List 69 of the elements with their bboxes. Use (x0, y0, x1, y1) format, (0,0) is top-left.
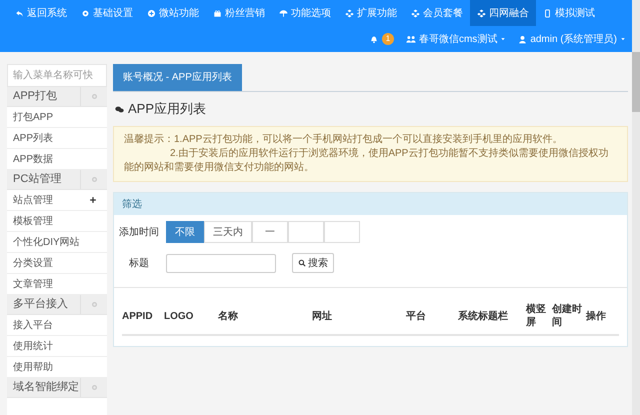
umbrella-icon (279, 8, 288, 18)
gear-icon (81, 8, 90, 18)
menu-item[interactable]: 打包APP (7, 107, 107, 128)
menu-section-header[interactable]: PC站管理 (7, 170, 107, 190)
time-filter-button[interactable] (324, 221, 360, 243)
column-header: 名称 (218, 310, 239, 322)
nav-item[interactable]: 返回系统 (8, 0, 74, 26)
panel-heading: 筛选 (122, 198, 142, 212)
nav-item[interactable]: 微站功能 (140, 0, 206, 26)
notice-text: 温馨提示：1.APP云打包功能，可以将一个手机网站打包成一个可以直接安装到手机里的应用软件。 (124, 133, 564, 147)
column-header: 网址 (312, 310, 333, 322)
caret-icon (500, 36, 506, 42)
menu-search-field[interactable]: 输入菜单名称可快 (7, 64, 107, 87)
nav-item[interactable]: 基础设置 (74, 0, 140, 26)
cubes-icon (411, 8, 420, 18)
column-header: 操作 (586, 310, 607, 322)
undo-icon (15, 8, 24, 18)
chat-icon (115, 104, 124, 114)
cubes-icon (345, 8, 354, 18)
title-input-field[interactable] (166, 254, 276, 272)
nav-item[interactable]: 粉丝营销 (206, 0, 272, 26)
cubes-icon (477, 8, 486, 18)
nav-item[interactable]: 模拟测试 (536, 0, 602, 26)
field-label: 添加时间 (118, 226, 160, 238)
column-header: 系统标题栏 (458, 310, 509, 322)
menu-item[interactable]: 接入平台 (7, 315, 107, 336)
menu-item[interactable]: 分类设置 (7, 253, 107, 274)
column-header: 横竖屏 (526, 303, 547, 329)
gift-icon (213, 8, 222, 18)
notice-text: 2.由于安装后的应用软件运行于浏览器环境，使用APP云打包功能暂不支持类似需要使用微信授权功能的网站和需要使用微信支付功能的网站。 (124, 147, 610, 175)
phone-icon (543, 8, 552, 18)
time-filter-button[interactable]: 一 (252, 221, 288, 243)
column-header: 创建时间 (552, 303, 583, 329)
nav-item[interactable]: 四网融合 (470, 0, 536, 26)
menu-section-header[interactable]: 多平台接入 (7, 295, 107, 315)
collapse-icon (90, 176, 98, 183)
collapse-icon (90, 301, 98, 308)
menu-item[interactable]: 模板管理 (7, 211, 107, 232)
menu-item[interactable]: 站点管理 (7, 190, 107, 211)
search-icon (298, 259, 306, 267)
nav-item[interactable]: 功能选项 (272, 0, 338, 26)
tab[interactable]: 账号概况 - APP应用列表 (113, 64, 242, 91)
column-header: 平台 (406, 310, 427, 322)
nav-item[interactable]: 会员套餐 (404, 0, 470, 26)
page-title: APP应用列表 (128, 100, 206, 118)
account-menu[interactable]: 春哥微信cms测试 (406, 32, 506, 46)
column-header: APPID (122, 310, 154, 322)
user-menu[interactable]: admin (系统管理员) (518, 32, 626, 46)
time-filter-button[interactable]: 不限 (166, 221, 204, 243)
collapse-icon (90, 384, 98, 391)
menu-item[interactable]: APP列表 (7, 128, 107, 149)
menu-section-header[interactable]: 域名智能绑定 (7, 378, 107, 398)
field-label: 标题 (128, 256, 150, 270)
search-button[interactable]: 搜索 (292, 253, 334, 273)
plus-circle-icon (147, 8, 156, 18)
scrollbar[interactable] (632, 0, 640, 415)
time-filter-button[interactable]: 三天内 (204, 221, 252, 243)
collapse-icon (90, 93, 98, 100)
menu-item[interactable]: 个性化DIY网站 (7, 232, 107, 253)
caret-icon (620, 36, 626, 42)
bell-icon (368, 34, 379, 44)
nav-item[interactable]: 扩展功能 (338, 0, 404, 26)
user-icon (518, 34, 528, 44)
time-filter-button[interactable] (288, 221, 324, 243)
notification-badge: 1 (382, 33, 394, 45)
group-icon (406, 34, 416, 44)
menu-item[interactable]: 使用统计 (7, 336, 107, 357)
column-header: LOGO (164, 310, 194, 322)
menu-section-header[interactable]: APP打包 (7, 87, 107, 107)
